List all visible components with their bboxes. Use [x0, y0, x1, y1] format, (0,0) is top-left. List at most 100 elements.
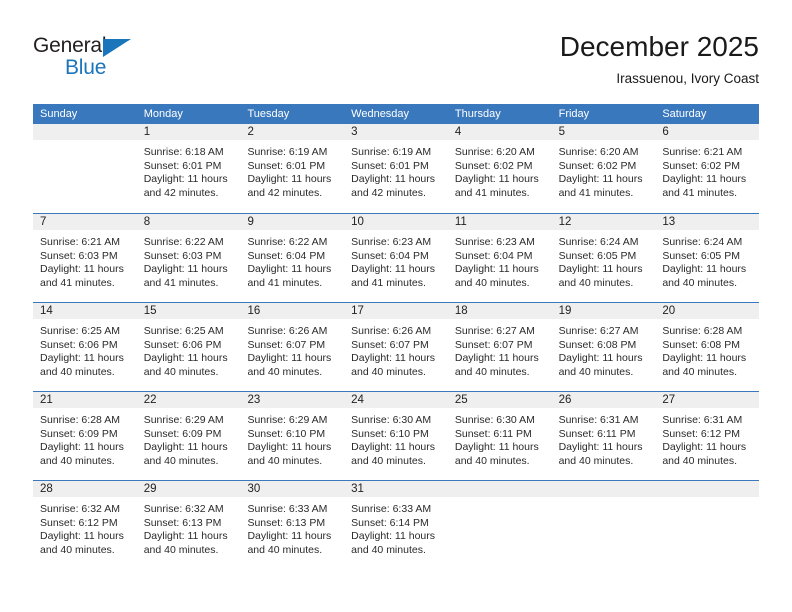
calendar-day-cell[interactable]: 29 Sunrise: 6:32 AM Sunset: 6:13 PM Dayligh… — [136, 481, 241, 569]
calendar-day-cell[interactable]: 27 Sunrise: 6:31 AM Sunset: 6:12 PM Dayligh… — [655, 392, 760, 480]
sunset-text: Sunset: 6:04 PM — [454, 249, 533, 262]
day-number: 10 — [351, 216, 364, 228]
day-number-strip: 5 — [551, 124, 656, 141]
weekday-header-saturday: Saturday — [662, 108, 707, 120]
day-number-strip: 13 — [655, 214, 760, 231]
day-number: 9 — [247, 216, 254, 228]
calendar-day-cell[interactable]: 31 Sunrise: 6:33 AM Sunset: 6:14 PM Dayligh… — [344, 481, 448, 569]
calendar-day-cell[interactable]: 9 Sunrise: 6:22 AM Sunset: 6:04 PM Daylight… — [240, 214, 345, 302]
sunrise-text: Sunrise: 6:30 AM — [454, 414, 535, 426]
sunrise-text: Sunrise: 6:25 AM — [143, 325, 224, 337]
day-number-strip: 28 — [33, 481, 137, 498]
day-number-strip: 18 — [447, 303, 552, 320]
day-number: 3 — [351, 126, 358, 138]
day-number: 23 — [247, 394, 261, 406]
calendar-day-cell[interactable]: 18 Sunrise: 6:27 AM Sunset: 6:07 PM Dayligh… — [447, 303, 552, 391]
day-sun-info: Sunrise: 6:25 AM Sunset: 6:06 PM Daylight:… — [137, 320, 241, 379]
calendar-day-cell[interactable]: 23 Sunrise: 6:29 AM Sunset: 6:10 PM Dayligh… — [240, 392, 345, 480]
calendar-day-cell[interactable]: 17 Sunrise: 6:26 AM Sunset: 6:07 PM Dayligh… — [344, 303, 448, 391]
calendar-day-cell[interactable]: 4 Sunrise: 6:20 AM Sunset: 6:02 PM Daylight… — [447, 124, 552, 213]
daylight-text-line1: Daylight: 11 hours — [454, 441, 539, 454]
sunrise-text: Sunrise: 6:31 AM — [558, 414, 639, 426]
sunset-text: Sunset: 6:04 PM — [247, 249, 326, 262]
calendar-day-cell[interactable]: 3 Sunrise: 6:19 AM Sunset: 6:01 PM Daylight… — [344, 124, 448, 213]
sunrise-text: Sunrise: 6:20 AM — [454, 146, 535, 158]
day-number-strip: 14 — [33, 303, 137, 320]
daylight-text-line2: and 40 minutes. — [351, 543, 426, 556]
sunrise-text: Sunrise: 6:18 AM — [143, 146, 224, 158]
daylight-text-line1: Daylight: 11 hours — [454, 352, 539, 365]
calendar-day-cell[interactable]: 16 Sunrise: 6:26 AM Sunset: 6:07 PM Dayligh… — [240, 303, 345, 391]
calendar-day-cell[interactable]: 30 Sunrise: 6:33 AM Sunset: 6:13 PM Dayligh… — [240, 481, 345, 569]
sunrise-text: Sunrise: 6:29 AM — [247, 414, 328, 426]
day-number: 7 — [40, 216, 47, 228]
day-sun-info: Sunrise: 6:22 AM Sunset: 6:03 PM Daylight:… — [137, 231, 241, 290]
calendar-day-cell[interactable]: 25 Sunrise: 6:30 AM Sunset: 6:11 PM Dayligh… — [447, 392, 552, 480]
calendar-day-cell[interactable]: 28 Sunrise: 6:32 AM Sunset: 6:12 PM Dayligh… — [33, 481, 137, 569]
calendar-day-cell[interactable]: 5 Sunrise: 6:20 AM Sunset: 6:02 PM Daylight… — [551, 124, 656, 213]
daylight-text-line1: Daylight: 11 hours — [143, 263, 228, 276]
calendar-day-cell[interactable]: 6 Sunrise: 6:21 AM Sunset: 6:02 PM Daylight… — [655, 124, 760, 213]
sunset-text: Sunset: 6:07 PM — [247, 338, 326, 351]
day-number-strip: 11 — [447, 214, 552, 231]
daylight-text-line1: Daylight: 11 hours — [247, 352, 332, 365]
calendar-day-cell[interactable]: 11 Sunrise: 6:23 AM Sunset: 6:04 PM Dayligh… — [447, 214, 552, 302]
calendar-day-cell[interactable]: 20 Sunrise: 6:28 AM Sunset: 6:08 PM Dayligh… — [655, 303, 760, 391]
sunrise-text: Sunrise: 6:25 AM — [40, 325, 120, 337]
calendar-day-cell[interactable]: 24 Sunrise: 6:30 AM Sunset: 6:10 PM Dayligh… — [344, 392, 448, 480]
calendar-day-cell[interactable]: 8 Sunrise: 6:22 AM Sunset: 6:03 PM Daylight… — [136, 214, 241, 302]
day-number: 2 — [247, 126, 254, 138]
calendar-day-cell[interactable]: 13 Sunrise: 6:24 AM Sunset: 6:05 PM Dayligh… — [655, 214, 760, 302]
sunrise-text: Sunrise: 6:32 AM — [143, 503, 224, 515]
day-sun-info: Sunrise: 6:20 AM Sunset: 6:02 PM Daylight:… — [448, 141, 552, 200]
day-number-strip: 29 — [136, 481, 241, 498]
calendar-day-cell[interactable]: 12 Sunrise: 6:24 AM Sunset: 6:05 PM Dayligh… — [551, 214, 656, 302]
sunrise-text: Sunrise: 6:20 AM — [558, 146, 639, 158]
daylight-text-line2: and 40 minutes. — [247, 454, 323, 467]
day-number-strip: 23 — [240, 392, 345, 409]
calendar-day-cell[interactable]: 21 Sunrise: 6:28 AM Sunset: 6:09 PM Dayligh… — [33, 392, 137, 480]
sunset-text: Sunset: 6:08 PM — [558, 338, 637, 351]
calendar-day-cell[interactable]: 1 Sunrise: 6:18 AM Sunset: 6:01 PM Daylight… — [136, 124, 241, 213]
calendar-day-cell[interactable]: 22 Sunrise: 6:29 AM Sunset: 6:09 PM Dayligh… — [136, 392, 241, 480]
daylight-text-line1: Daylight: 11 hours — [247, 263, 332, 276]
calendar-day-cell[interactable]: 26 Sunrise: 6:31 AM Sunset: 6:11 PM Dayligh… — [551, 392, 656, 480]
general-blue-logo[interactable]: General Blue — [33, 34, 193, 90]
day-sun-info: Sunrise: 6:26 AM Sunset: 6:07 PM Daylight:… — [344, 320, 448, 379]
day-number: 17 — [351, 305, 364, 317]
day-number: 25 — [454, 394, 468, 406]
calendar-day-cell[interactable]: 19 Sunrise: 6:27 AM Sunset: 6:08 PM Dayligh… — [551, 303, 656, 391]
day-sun-info: Sunrise: 6:29 AM Sunset: 6:09 PM Daylight:… — [137, 409, 241, 468]
daylight-text-line2: and 41 minutes. — [662, 186, 738, 199]
daylight-text-line2: and 40 minutes. — [558, 454, 634, 467]
daylight-text-line1: Daylight: 11 hours — [247, 530, 332, 543]
day-number: 24 — [351, 394, 364, 406]
calendar-day-cell[interactable]: 15 Sunrise: 6:25 AM Sunset: 6:06 PM Dayligh… — [136, 303, 241, 391]
daylight-text-line1: Daylight: 11 hours — [40, 530, 124, 543]
sunset-text: Sunset: 6:10 PM — [351, 427, 429, 440]
day-number-strip: 8 — [136, 214, 241, 231]
calendar-day-cell[interactable]: 2 Sunrise: 6:19 AM Sunset: 6:01 PM Daylight… — [240, 124, 345, 213]
calendar-week-row: 1 Sunrise: 6:18 AM Sunset: 6:01 PM Daylight… — [33, 124, 760, 213]
daylight-text-line2: and 40 minutes. — [662, 276, 738, 289]
daylight-text-line1: Daylight: 11 hours — [454, 173, 539, 186]
calendar-day-cell[interactable]: 10 Sunrise: 6:23 AM Sunset: 6:04 PM Dayligh… — [344, 214, 448, 302]
calendar-day-cell[interactable]: 14 Sunrise: 6:25 AM Sunset: 6:06 PM Dayligh… — [33, 303, 137, 391]
calendar-day-cell[interactable]: 7 Sunrise: 6:21 AM Sunset: 6:03 PM Daylight… — [33, 214, 137, 302]
sunset-text: Sunset: 6:07 PM — [351, 338, 429, 351]
day-number: 13 — [662, 216, 676, 228]
day-sun-info: Sunrise: 6:26 AM Sunset: 6:07 PM Daylight:… — [240, 320, 344, 379]
day-number-strip: 24 — [344, 392, 448, 409]
sunset-text: Sunset: 6:03 PM — [40, 249, 118, 262]
daylight-text-line2: and 40 minutes. — [454, 454, 530, 467]
day-number: 29 — [143, 483, 157, 495]
day-sun-info: Sunrise: 6:21 AM Sunset: 6:02 PM Daylight:… — [655, 141, 759, 200]
day-number-strip — [33, 124, 137, 141]
sunrise-text: Sunrise: 6:28 AM — [40, 414, 120, 426]
sunrise-text: Sunrise: 6:23 AM — [351, 236, 432, 248]
sunset-text: Sunset: 6:09 PM — [143, 427, 222, 440]
day-number: 5 — [558, 126, 565, 138]
day-number-strip: 22 — [136, 392, 241, 409]
daylight-text-line2: and 40 minutes. — [558, 365, 634, 378]
weekday-header-friday: Friday — [558, 108, 590, 120]
